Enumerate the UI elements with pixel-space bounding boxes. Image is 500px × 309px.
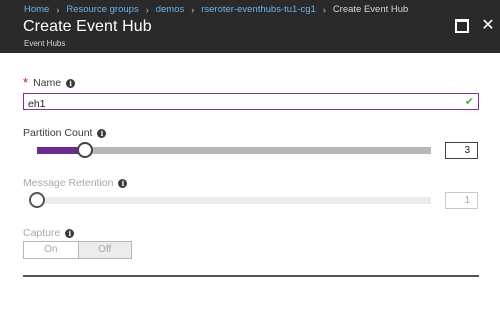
- info-icon[interactable]: i: [65, 228, 75, 238]
- checkmark-icon: ✔: [464, 96, 474, 108]
- message-retention-label: Message Retention: [23, 177, 114, 189]
- chevron-right-icon: ›: [56, 4, 60, 15]
- name-field[interactable]: ✔: [23, 93, 479, 112]
- blade-header: Home › Resource groups › demos › rserote…: [0, 0, 500, 53]
- name-label-row: * Name i: [23, 75, 76, 90]
- message-retention-slider-track: [37, 197, 431, 204]
- partition-count-label-row: Partition Count i: [23, 127, 107, 139]
- chevron-right-icon: ›: [145, 4, 149, 15]
- message-retention-value: 1: [445, 192, 478, 209]
- partition-count-value[interactable]: 3: [445, 142, 478, 159]
- chevron-right-icon: ›: [322, 4, 326, 15]
- page-title: Create Event Hub: [23, 18, 152, 35]
- capture-on-option: On: [44, 244, 58, 255]
- partition-count-slider-track[interactable]: [37, 147, 431, 154]
- capture-label-row: Capture i: [23, 227, 75, 239]
- required-marker: *: [23, 75, 29, 90]
- breadcrumb-namespace[interactable]: rseroter-eventhubs-tu1-cg1: [201, 4, 316, 15]
- capture-label: Capture: [23, 227, 61, 239]
- message-retention-slider-thumb: [29, 192, 45, 208]
- close-icon[interactable]: ✕: [481, 18, 495, 34]
- info-icon[interactable]: i: [97, 128, 107, 138]
- capture-off-option: Off: [77, 242, 131, 258]
- info-icon[interactable]: i: [118, 178, 128, 188]
- breadcrumb-resource-groups[interactable]: Resource groups: [66, 4, 138, 15]
- breadcrumb-home[interactable]: Home: [24, 4, 49, 15]
- info-icon[interactable]: i: [66, 78, 76, 88]
- name-input[interactable]: [24, 96, 454, 112]
- page-subtitle: Event Hubs: [24, 39, 66, 48]
- breadcrumb-current: Create Event Hub: [332, 4, 409, 15]
- name-label: Name: [33, 77, 62, 89]
- message-retention-label-row: Message Retention i: [23, 177, 128, 189]
- breadcrumb-demos[interactable]: demos: [156, 4, 185, 15]
- partition-count-slider-thumb[interactable]: [76, 142, 93, 158]
- partition-count-label: Partition Count: [23, 127, 93, 139]
- capture-toggle: On Off: [23, 241, 132, 259]
- section-divider: [23, 275, 479, 277]
- chevron-right-icon: ›: [191, 4, 195, 15]
- maximize-icon[interactable]: [455, 19, 469, 33]
- breadcrumb: Home › Resource groups › demos › rserote…: [24, 3, 408, 16]
